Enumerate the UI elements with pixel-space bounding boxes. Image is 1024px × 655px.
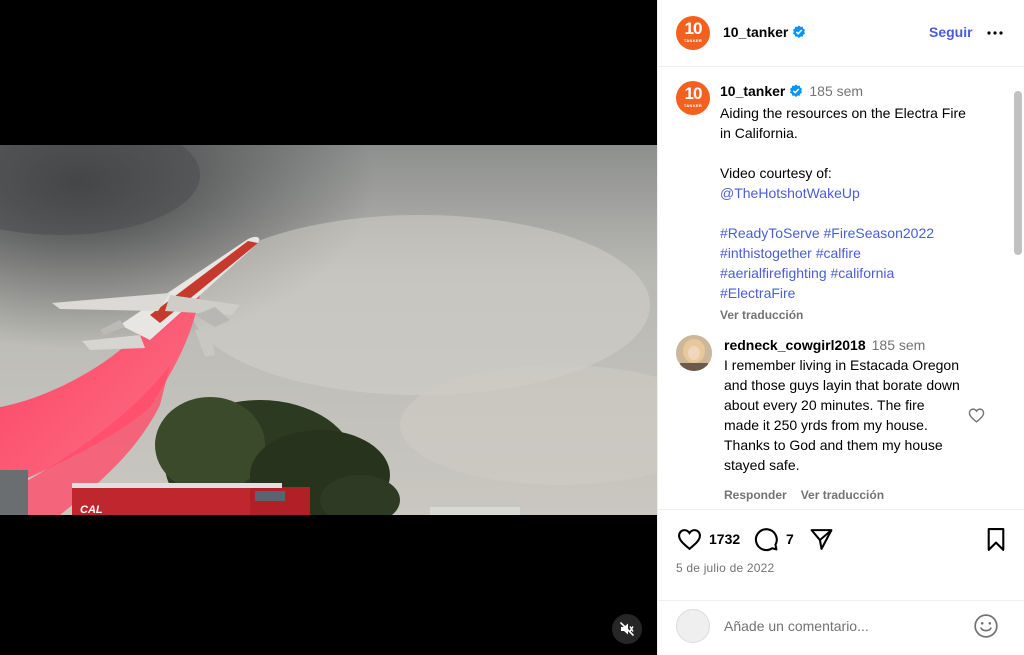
hashtag-links-1[interactable]: #ReadyToServe #FireSeason2022 [720, 223, 1010, 243]
hashtag-links-4[interactable]: #ElectraFire [720, 283, 1010, 303]
comment-count[interactable]: 7 [786, 531, 794, 547]
avatar-logo-number: 10 [684, 19, 703, 38]
add-comment-bar [658, 600, 1024, 655]
caption-translate-link[interactable]: Ver traducción [720, 305, 1010, 325]
header-username[interactable]: 10_tanker [723, 24, 788, 40]
post-media[interactable]: CAL [0, 0, 657, 655]
verified-badge-icon [792, 25, 806, 44]
post-header: 10 TANKER 10_tanker Seguir [658, 0, 1024, 67]
like-count[interactable]: 1732 [709, 531, 740, 547]
caption-body: 10_tanker 185 sem Aiding the resources o… [720, 81, 1010, 325]
more-dots-icon[interactable] [986, 24, 1004, 46]
video-frame[interactable]: CAL [0, 145, 657, 515]
share-paper-plane-icon[interactable] [808, 527, 835, 557]
reply-button[interactable]: Responder [724, 488, 787, 502]
mute-toggle-button[interactable] [612, 614, 642, 644]
comments-scroll-area[interactable]: 10 TANKER 10_tanker 185 sem Aiding the r… [658, 67, 1024, 510]
comment-input[interactable] [724, 615, 964, 637]
commenter-avatar[interactable] [676, 335, 712, 371]
avatar-logo-sub: TANKER [683, 38, 703, 43]
comment-translate-link[interactable]: Ver traducción [801, 488, 884, 502]
comment-actions: Responder Ver traducción [724, 485, 962, 505]
caption-text-line-3: Video courtesy of: [720, 165, 832, 181]
bookmark-icon[interactable] [985, 527, 1007, 557]
comment-heart-icon[interactable] [968, 407, 985, 429]
post-actions-bar: 1732 7 5 de julio de 2022 [658, 510, 1024, 600]
comment-timestamp[interactable]: 185 sem [872, 337, 926, 353]
muted-speaker-icon [619, 621, 635, 637]
heart-icon[interactable] [676, 527, 703, 557]
fire-truck: CAL [72, 483, 310, 515]
scrollbar[interactable] [1014, 91, 1022, 255]
comment-text: I remember living in Estacada Oregon and… [724, 357, 960, 473]
emoji-smiley-icon[interactable] [973, 613, 999, 644]
truck-label: CAL [80, 504, 103, 515]
commenter-username[interactable]: redneck_cowgirl2018 [724, 337, 866, 353]
current-user-avatar [676, 609, 710, 643]
hashtag-links-3[interactable]: #aerialfirefighting #california [720, 263, 1010, 283]
video-scene: CAL [0, 145, 657, 515]
header-username-block[interactable]: 10_tanker [723, 24, 806, 44]
verified-badge-icon [789, 83, 803, 103]
comment-body: redneck_cowgirl2018 185 sem I remember li… [724, 335, 962, 505]
caption-text-line-2: in California. [720, 125, 798, 141]
post-date[interactable]: 5 de julio de 2022 [676, 561, 774, 575]
caption-avatar-sub: TANKER [683, 103, 703, 108]
follow-button[interactable]: Seguir [929, 24, 973, 40]
post-details-panel: 10 TANKER 10_tanker Seguir 10 TANKER 10_… [657, 0, 1024, 655]
caption-timestamp[interactable]: 185 sem [809, 83, 863, 99]
caption-avatar[interactable]: 10 TANKER [676, 81, 710, 115]
caption-mention-link[interactable]: @TheHotshotWakeUp [720, 183, 1010, 203]
hashtag-links-2[interactable]: #inthistogether #calfire [720, 243, 1010, 263]
caption-text-line-1: Aiding the resources on the Electra Fire [720, 105, 966, 121]
account-avatar[interactable]: 10 TANKER [676, 16, 710, 50]
caption-username[interactable]: 10_tanker [720, 83, 785, 99]
comment-bubble-icon[interactable] [753, 527, 780, 557]
caption-avatar-number: 10 [684, 84, 703, 103]
